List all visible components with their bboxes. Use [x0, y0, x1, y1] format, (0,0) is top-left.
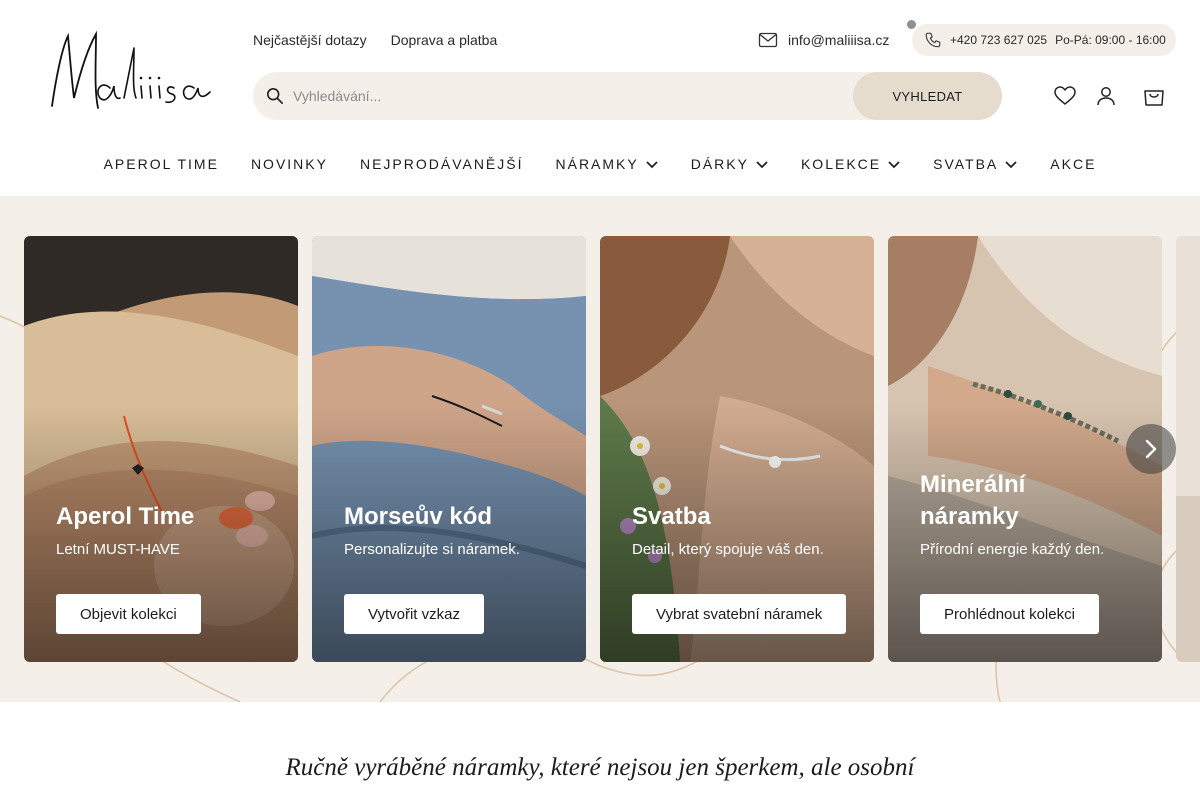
brand-logo[interactable] — [44, 28, 214, 118]
mail-icon — [758, 32, 778, 48]
search-input[interactable] — [293, 76, 833, 116]
promo-card-morse[interactable]: Morseův kód Personalizujte si náramek. V… — [312, 236, 586, 662]
chevron-down-icon — [888, 161, 900, 169]
card-cta-button[interactable]: Prohlédnout kolekci — [920, 594, 1099, 634]
carousel-next-button[interactable] — [1126, 424, 1176, 474]
card-title: Svatba — [632, 503, 711, 530]
nav-label: NOVINKY — [250, 156, 328, 172]
card-subtitle: Detail, který spojuje váš den. — [632, 541, 824, 558]
card-cta-button[interactable]: Vybrat svatební náramek — [632, 594, 847, 634]
heart-icon[interactable] — [1053, 84, 1077, 108]
email-link[interactable]: info@maliiisa.cz — [758, 32, 889, 48]
chevron-down-icon — [1005, 161, 1017, 169]
nav-label: KOLEKCE — [800, 156, 882, 172]
card-cta-button[interactable]: Objevit kolekci — [56, 594, 201, 634]
nav-item-naramky[interactable]: NÁRAMKY — [556, 156, 659, 172]
search-bar: VYHLEDAT — [253, 72, 1002, 120]
nav-item-nejprodavanejsi[interactable]: NEJPRODÁVANĚJŠÍ — [360, 156, 524, 172]
nav-label: APEROL TIME — [103, 156, 219, 172]
nav-label: NÁRAMKY — [555, 156, 639, 172]
promo-card-aperol[interactable]: Aperol Time Letní MUST-HAVE Objevit kole… — [24, 236, 298, 662]
chevron-down-icon — [646, 161, 658, 169]
card-subtitle: Personalizujte si náramek. — [344, 541, 520, 558]
card-photo-next — [1176, 236, 1200, 662]
nav-item-kolekce[interactable]: KOLEKCE — [801, 156, 901, 172]
card-title: Morseův kód — [344, 503, 493, 530]
nav-item-akce[interactable]: AKCE — [1050, 156, 1096, 172]
main-nav: APEROL TIME NOVINKY NEJPRODÁVANĚJŠÍ NÁRA… — [0, 156, 1200, 172]
card-title: Aperol Time — [56, 503, 195, 530]
promo-card-mineral[interactable]: Minerální náramky Přírodní energie každý… — [888, 236, 1162, 662]
shipping-link[interactable]: Doprava a platba — [391, 32, 498, 48]
chevron-down-icon — [756, 161, 768, 169]
nav-label: DÁRKY — [690, 156, 749, 172]
nav-item-aperol-time[interactable]: APEROL TIME — [104, 156, 219, 172]
opening-hours: Po-Pá: 09:00 - 16:00 — [1055, 33, 1166, 47]
user-icon[interactable] — [1094, 84, 1118, 108]
search-button[interactable]: VYHLEDAT — [853, 72, 1002, 120]
search-icon — [265, 86, 285, 106]
promo-card-svatba[interactable]: Svatba Detail, který spojuje váš den. Vy… — [600, 236, 874, 662]
chevron-right-icon — [1145, 439, 1157, 459]
card-subtitle: Přírodní energie každý den. — [920, 541, 1105, 558]
hero-carousel: Aperol Time Letní MUST-HAVE Objevit kole… — [0, 196, 1200, 702]
phone-pill[interactable]: +420 723 627 025 Po-Pá: 09:00 - 16:00 — [912, 24, 1176, 56]
card-title: Minerální náramky — [920, 471, 1026, 530]
nav-item-svatba[interactable]: SVATBA — [933, 156, 1018, 172]
top-links: Nejčastější dotazy Doprava a platba — [253, 32, 497, 48]
nav-label: AKCE — [1050, 156, 1097, 172]
nav-label: NEJPRODÁVANĚJŠÍ — [359, 156, 524, 172]
phone-icon — [925, 32, 941, 48]
nav-item-novinky[interactable]: NOVINKY — [251, 156, 328, 172]
nav-item-darky[interactable]: DÁRKY — [691, 156, 769, 172]
promo-card-next-peek[interactable] — [1176, 236, 1200, 662]
phone-number: +420 723 627 025 — [950, 33, 1048, 47]
tagline: Ručně vyráběné náramky, které nejsou jen… — [285, 754, 915, 781]
nav-label: SVATBA — [933, 156, 999, 172]
faq-link[interactable]: Nejčastější dotazy — [253, 32, 367, 48]
status-dot — [907, 20, 916, 29]
email-text: info@maliiisa.cz — [788, 32, 890, 48]
cart-icon[interactable] — [1142, 84, 1166, 108]
card-subtitle: Letní MUST-HAVE — [56, 541, 180, 558]
card-cta-button[interactable]: Vytvořit vzkaz — [344, 594, 484, 634]
